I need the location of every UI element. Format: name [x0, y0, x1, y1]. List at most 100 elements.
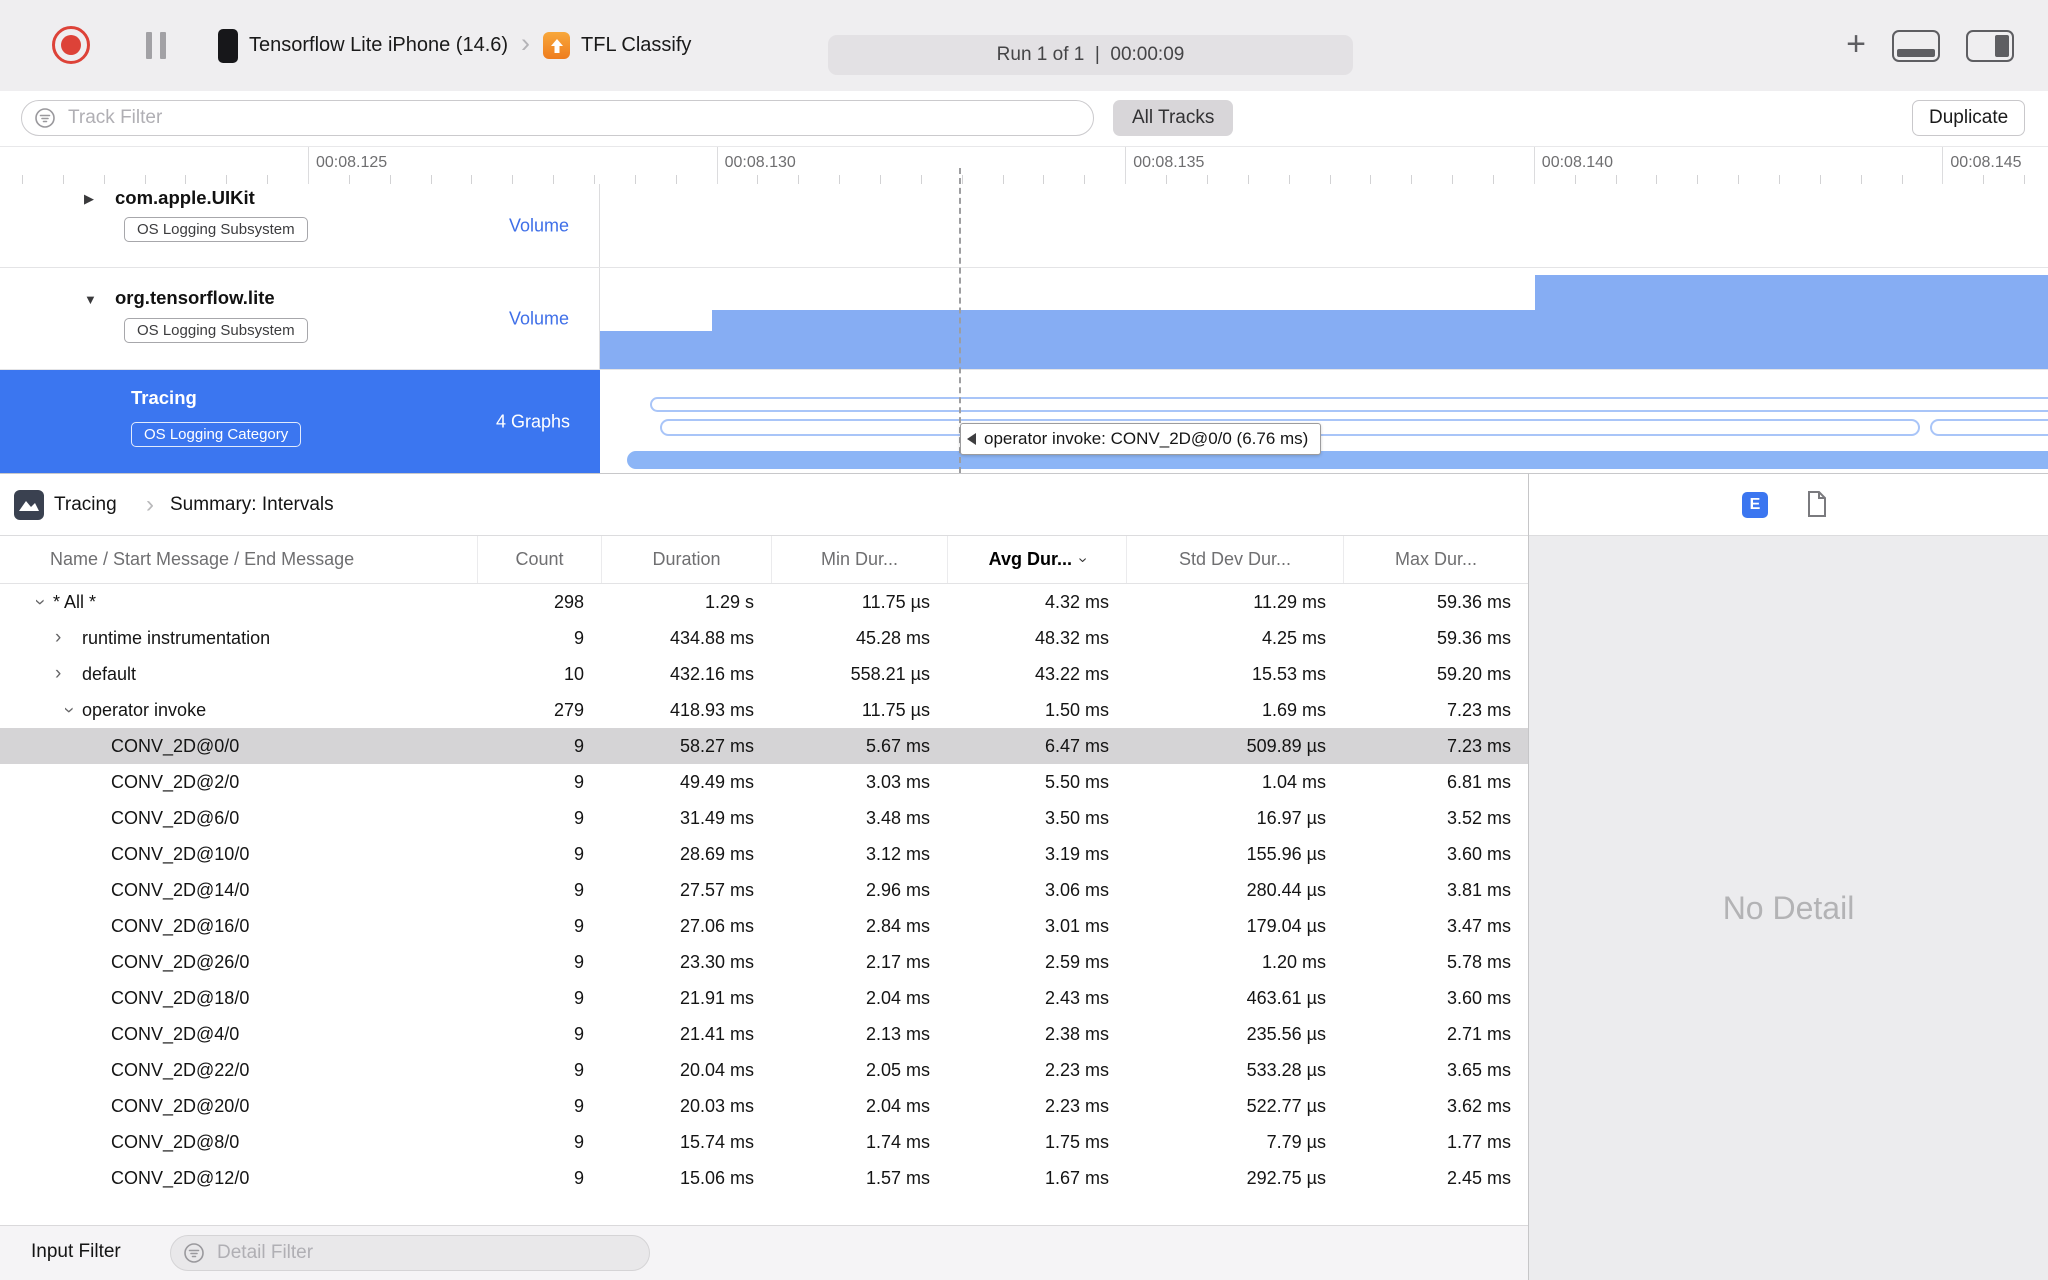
- ruler-minor-tick: [1370, 175, 1372, 184]
- toggle-right-panel-button[interactable]: [1966, 29, 2014, 62]
- column-header[interactable]: Min Dur...: [771, 536, 947, 583]
- bottom-filter-bar: Input Filter: [0, 1225, 1528, 1280]
- all-tracks-button[interactable]: All Tracks: [1113, 100, 1234, 136]
- table-row[interactable]: CONV_2D@0/0 9 58.27 ms 5.67 ms 6.47 ms 509.89…: [0, 728, 1528, 764]
- ruler-minor-tick: [1084, 175, 1086, 184]
- disclosure-expanded-icon[interactable]: ›: [22, 589, 58, 616]
- table-row[interactable]: CONV_2D@18/0 9 21.91 ms 2.04 ms 2.43 ms 463.6…: [0, 980, 1528, 1016]
- track-com-apple-uikit[interactable]: ▶ com.apple.UIKit OS Logging Subsystem V…: [0, 184, 2048, 268]
- panel-divider[interactable]: [1528, 473, 1529, 1280]
- cell-std: 292.75 µs: [1246, 1168, 1326, 1188]
- ruler-minor-tick: [1166, 175, 1168, 184]
- breadcrumb-item-tracing[interactable]: Tracing: [54, 494, 117, 516]
- cell-avg: 2.43 ms: [1044, 988, 1109, 1008]
- tfl-app-icon: [543, 32, 571, 59]
- disclosure-collapsed-icon[interactable]: ›: [55, 620, 82, 656]
- record-icon: [61, 35, 81, 55]
- run-status[interactable]: Run 1 of 1 | 00:00:09: [828, 35, 1353, 75]
- interval-lane-capsule[interactable]: [1930, 419, 2048, 436]
- ruler-minor-tick: [185, 175, 187, 184]
- ruler-minor-tick: [144, 175, 146, 184]
- ruler-minor-tick: [348, 175, 350, 184]
- cell-min: 2.17 ms: [865, 952, 930, 972]
- detail-filter-field: [170, 1235, 650, 1271]
- ruler-tick-label: 00:08.135: [1133, 154, 1205, 171]
- column-header[interactable]: Duration: [601, 536, 771, 583]
- ruler-minor-tick: [798, 175, 800, 184]
- track-name: org.tensorflow.lite: [115, 287, 275, 308]
- layout-bottom-icon: [1897, 48, 1935, 57]
- track-tracing[interactable]: Tracing OS Logging Category 4 Graphs ope…: [0, 370, 2048, 473]
- timeline-ruler[interactable]: 00:08.125 00:08.130 00:08.135 00:08.140 00:0…: [0, 146, 2048, 185]
- column-header-label: Count: [515, 549, 564, 569]
- row-name: CONV_2D@2/0: [111, 772, 240, 792]
- table-row[interactable]: CONV_2D@16/0 9 27.06 ms 2.84 ms 3.01 ms 179.0…: [0, 908, 1528, 944]
- table-row[interactable]: CONV_2D@12/0 9 15.06 ms 1.57 ms 1.67 ms 292.7…: [0, 1160, 1528, 1196]
- detail-breadcrumb-bar: Tracing › Summary: Intervals E: [0, 473, 2048, 536]
- column-header[interactable]: Count: [477, 536, 601, 583]
- target-selector[interactable]: Tensorflow Lite iPhone (14.6) › TFL Clas…: [218, 0, 691, 91]
- cell-std: 235.56 µs: [1246, 1024, 1326, 1044]
- table-row[interactable]: CONV_2D@4/0 9 21.41 ms 2.13 ms 2.38 ms 235.56…: [0, 1016, 1528, 1052]
- track-org-tensorflow-lite[interactable]: ▼ org.tensorflow.lite OS Logging Subsyst…: [0, 268, 2048, 370]
- cell-duration: 432.16 ms: [669, 664, 754, 684]
- cell-min: 11.75 µs: [861, 592, 930, 612]
- disclosure-expanded-icon[interactable]: ▼: [84, 292, 97, 307]
- disclosure-expanded-icon[interactable]: ›: [51, 697, 87, 724]
- sort-chevron-icon: ›: [1074, 556, 1092, 563]
- add-instrument-button[interactable]: +: [1846, 27, 1866, 61]
- column-header[interactable]: Avg Dur... ›: [947, 536, 1126, 583]
- ruler-minor-tick: [880, 175, 882, 184]
- detail-filter-input[interactable]: [170, 1235, 650, 1271]
- pause-button[interactable]: [146, 32, 166, 59]
- interval-lane-capsule[interactable]: [627, 451, 2048, 469]
- duplicate-button[interactable]: Duplicate: [1912, 100, 2026, 136]
- column-header[interactable]: Max Dur...: [1343, 536, 1528, 583]
- track-lane[interactable]: [600, 184, 2048, 267]
- track-filter-input[interactable]: [21, 100, 1094, 136]
- table-row[interactable]: CONV_2D@2/0 9 49.49 ms 3.03 ms 5.50 ms 1.04 m…: [0, 764, 1528, 800]
- table-row[interactable]: › runtime instrumentation 9 434.88 ms 45.28 …: [0, 620, 1528, 656]
- track-meta: 4 Graphs: [495, 411, 570, 431]
- column-header[interactable]: Std Dev Dur...: [1126, 536, 1343, 583]
- record-button[interactable]: [52, 26, 90, 64]
- track-label: ▼ org.tensorflow.lite OS Logging Subsyst…: [0, 268, 600, 369]
- ruler-minor-tick: [634, 175, 636, 184]
- ruler-minor-tick: [471, 175, 473, 184]
- document-icon[interactable]: [1806, 490, 1828, 523]
- table-row[interactable]: CONV_2D@6/0 9 31.49 ms 3.48 ms 3.50 ms 16.97 …: [0, 800, 1528, 836]
- table-row[interactable]: CONV_2D@10/0 9 28.69 ms 3.12 ms 3.19 ms 155.9…: [0, 836, 1528, 872]
- cell-count: 9: [573, 628, 584, 648]
- intervals-table-body: › * All * 298 1.29 s 11.75 µs 4.32 ms 11.29 ms…: [0, 584, 1528, 1196]
- cell-std: 4.25 ms: [1261, 628, 1326, 648]
- table-row[interactable]: › * All * 298 1.29 s 11.75 µs 4.32 ms 11.29 ms…: [0, 584, 1528, 620]
- cell-min: 2.04 ms: [865, 1096, 930, 1116]
- cell-count: 9: [573, 1168, 584, 1188]
- expanded-detail-icon[interactable]: E: [1742, 492, 1768, 518]
- breadcrumb-item-summary[interactable]: Summary: Intervals: [170, 494, 334, 516]
- table-row[interactable]: › operator invoke 279 418.93 ms 11.75 µs 1.50…: [0, 692, 1528, 728]
- table-row[interactable]: CONV_2D@14/0 9 27.57 ms 2.96 ms 3.06 ms 280.4…: [0, 872, 1528, 908]
- chevron-right-icon: ›: [146, 491, 154, 518]
- cell-min: 2.84 ms: [865, 916, 930, 936]
- disclosure-collapsed-icon[interactable]: ›: [55, 656, 82, 692]
- column-header[interactable]: Name / Start Message / End Message: [0, 536, 477, 583]
- cell-std: 15.53 ms: [1251, 664, 1326, 684]
- ruler-minor-tick: [430, 175, 432, 184]
- cell-duration: 49.49 ms: [679, 772, 754, 792]
- track-lane[interactable]: operator invoke: CONV_2D@0/0 (6.76 ms): [600, 370, 2048, 473]
- cell-max: 2.45 ms: [1446, 1168, 1511, 1188]
- cell-max: 3.81 ms: [1446, 880, 1511, 900]
- track-lane[interactable]: [600, 268, 2048, 369]
- interval-lane-capsule[interactable]: [650, 397, 2048, 412]
- toggle-bottom-panel-button[interactable]: [1892, 29, 1940, 62]
- disclosure-collapsed-icon[interactable]: ▶: [84, 191, 94, 207]
- row-name: CONV_2D@26/0: [111, 952, 250, 972]
- table-row[interactable]: CONV_2D@26/0 9 23.30 ms 2.17 ms 2.59 ms 1.20 …: [0, 944, 1528, 980]
- cell-avg: 3.19 ms: [1044, 844, 1109, 864]
- tooltip-arrow-icon: [967, 433, 976, 445]
- table-row[interactable]: CONV_2D@8/0 9 15.74 ms 1.74 ms 1.75 ms 7.79 µ…: [0, 1124, 1528, 1160]
- table-row[interactable]: CONV_2D@20/0 9 20.03 ms 2.04 ms 2.23 ms 522.7…: [0, 1088, 1528, 1124]
- table-row[interactable]: › default 10 432.16 ms 558.21 µs 43.22 ms 15.5…: [0, 656, 1528, 692]
- table-row[interactable]: CONV_2D@22/0 9 20.04 ms 2.05 ms 2.23 ms 533.2…: [0, 1052, 1528, 1088]
